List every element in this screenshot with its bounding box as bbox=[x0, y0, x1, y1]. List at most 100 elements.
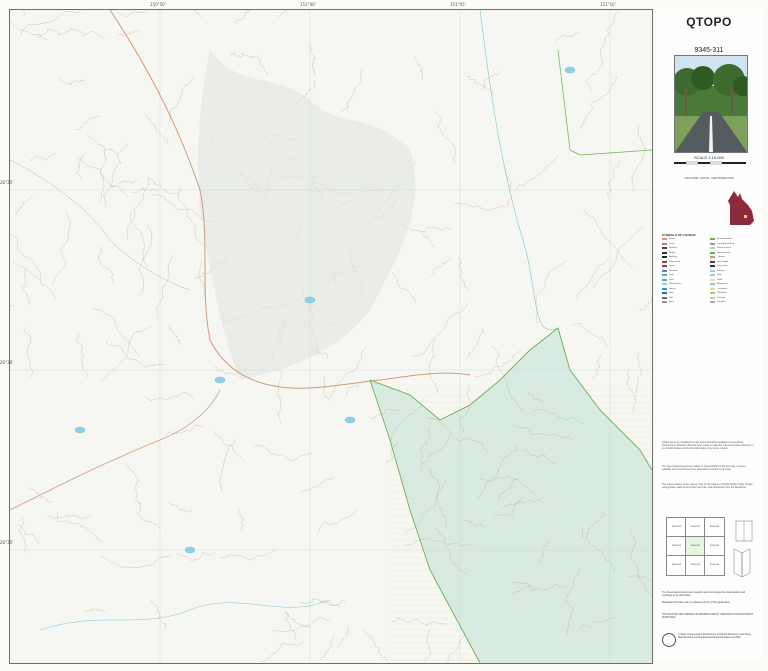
legend-swatch bbox=[710, 274, 715, 277]
qld-shape bbox=[728, 191, 754, 225]
contour-line bbox=[604, 10, 620, 42]
grid-label-top-2: 151°00' bbox=[300, 2, 316, 7]
contour-line bbox=[391, 617, 448, 627]
contour-line bbox=[535, 260, 567, 323]
support-statement: The Queensland Government supports and e… bbox=[662, 591, 746, 597]
contour-line bbox=[145, 114, 170, 146]
legend-swatch bbox=[710, 296, 715, 299]
contour-line bbox=[316, 510, 357, 535]
contour-line bbox=[100, 325, 152, 383]
contour-line bbox=[106, 341, 165, 369]
contour-line bbox=[22, 10, 26, 16]
adjoining-sheets-index: 9345-312 9345-322 9345-332 9345-311 9345-321… bbox=[666, 517, 725, 576]
dam-water-body bbox=[344, 416, 356, 424]
contour-line bbox=[151, 600, 167, 630]
contour-line bbox=[99, 555, 171, 568]
scale-label: SCALE 1:10,000 bbox=[694, 155, 724, 160]
contour-line bbox=[15, 195, 33, 216]
contour-line bbox=[144, 392, 195, 401]
contour-line bbox=[580, 75, 618, 130]
contour-line bbox=[309, 42, 316, 76]
contour-line bbox=[136, 512, 161, 529]
legend-swatch bbox=[710, 251, 715, 254]
index-sheet-cell: 9345-311 bbox=[666, 536, 687, 557]
legend-swatch bbox=[710, 269, 715, 272]
hill-shading bbox=[198, 50, 416, 380]
contour-line bbox=[58, 79, 86, 85]
topo-map[interactable] bbox=[10, 10, 652, 663]
legend-swatch bbox=[710, 283, 715, 286]
contour-line bbox=[85, 133, 119, 155]
map-title: QTOPO bbox=[686, 15, 732, 29]
contour-line bbox=[585, 42, 606, 92]
contour-line bbox=[117, 10, 149, 17]
contour-line bbox=[75, 334, 88, 378]
contour-line bbox=[319, 634, 334, 662]
contour-line bbox=[639, 295, 652, 312]
legend-swatch bbox=[710, 292, 715, 295]
contour-line bbox=[148, 176, 181, 196]
contour-line bbox=[46, 514, 92, 520]
reserve-boundary bbox=[557, 49, 652, 156]
contour-line bbox=[129, 211, 149, 268]
contour-line bbox=[571, 323, 609, 347]
legend-swatch bbox=[662, 242, 667, 245]
copyright-notice: © State of Queensland (Department of Nat… bbox=[678, 633, 752, 639]
queensland-crest-icon bbox=[662, 633, 676, 647]
contour-line bbox=[285, 611, 297, 640]
contour-line bbox=[74, 115, 100, 130]
contour-line bbox=[194, 10, 202, 18]
contour-line bbox=[277, 369, 283, 424]
road-photo-image bbox=[675, 56, 747, 152]
contour-line bbox=[229, 53, 257, 59]
sidebar: QTOPO 9345-311 SCALE 1:10,000 GRID ZONE … bbox=[656, 9, 762, 662]
contour-line bbox=[22, 269, 30, 306]
contour-line bbox=[419, 226, 452, 233]
contour-line bbox=[412, 302, 467, 357]
contour-line bbox=[278, 10, 287, 18]
contour-line bbox=[593, 226, 643, 289]
contour-line bbox=[18, 517, 27, 553]
contour-line bbox=[76, 155, 130, 198]
contour-line bbox=[219, 439, 237, 493]
legend-label: Rock bbox=[669, 301, 674, 303]
legend-swatch bbox=[662, 269, 667, 272]
contour-line bbox=[165, 424, 204, 436]
watercourse bbox=[39, 599, 331, 631]
contour-line bbox=[97, 246, 114, 285]
contour-line bbox=[253, 445, 313, 461]
contour-line bbox=[107, 179, 138, 188]
contour-line bbox=[23, 327, 33, 379]
legend-swatch bbox=[710, 242, 715, 245]
contour-line bbox=[362, 628, 389, 663]
contour-line bbox=[213, 430, 246, 463]
legend-swatch bbox=[710, 301, 715, 304]
dam-water-body bbox=[74, 426, 86, 434]
contour-line bbox=[10, 234, 41, 280]
legend-item: Rock bbox=[662, 300, 710, 305]
contour-line bbox=[257, 54, 269, 76]
contour-line bbox=[167, 76, 195, 124]
sheet-number: 9345-311 bbox=[694, 47, 724, 54]
contour-line bbox=[626, 369, 637, 414]
contour-line bbox=[125, 177, 150, 240]
reproduction-note: THIS MAP MAY BE PRINTED OR REPRODUCED BY… bbox=[662, 613, 754, 619]
metadata-note: Metadata information can be obtained via… bbox=[662, 601, 731, 604]
map-frame[interactable] bbox=[9, 9, 653, 664]
legend-column-1: Road Track Railway Bridge Building Homestead T… bbox=[662, 237, 710, 305]
legend-swatch bbox=[662, 238, 667, 241]
road bbox=[10, 389, 221, 511]
contour-line bbox=[259, 641, 305, 663]
legend-swatch bbox=[662, 260, 667, 263]
contour-line bbox=[218, 549, 277, 561]
legend-swatch bbox=[662, 247, 667, 250]
contour-line bbox=[514, 155, 558, 193]
grid-label-top-3: 151°05' bbox=[450, 2, 466, 7]
grid-label-top-4: 151°10' bbox=[600, 2, 616, 7]
legend-swatch bbox=[662, 296, 667, 299]
index-sheet-cell: 9345-322 bbox=[685, 517, 706, 538]
contour-line bbox=[168, 325, 181, 345]
contour-line bbox=[197, 260, 206, 300]
queensland-inset-map bbox=[728, 191, 754, 225]
contour-line bbox=[636, 352, 642, 394]
